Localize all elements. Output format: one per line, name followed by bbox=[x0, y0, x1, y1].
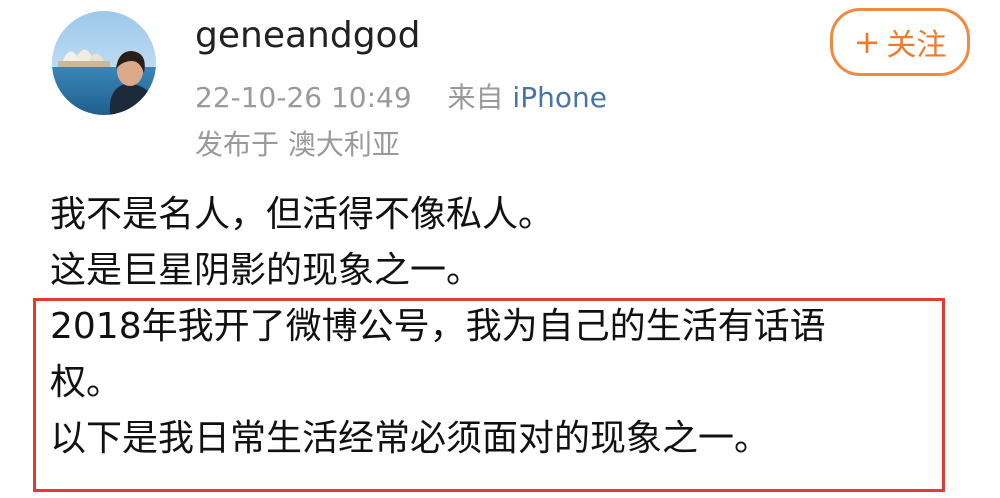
follow-button[interactable]: + 关注 bbox=[830, 8, 970, 76]
source-prefix: 来自 bbox=[447, 81, 504, 114]
avatar-photo bbox=[52, 11, 156, 115]
post-text-line: 我不是名人，但活得不像私人。 bbox=[50, 194, 555, 235]
timestamp: 22-10-26 10:49 bbox=[195, 81, 412, 114]
username[interactable]: geneandgod bbox=[195, 14, 420, 58]
post-text-line: 权。 bbox=[50, 362, 123, 403]
post-text-line: 以下是我日常生活经常必须面对的现象之一。 bbox=[50, 418, 771, 459]
location: 发布于 澳大利亚 bbox=[195, 128, 400, 161]
plus-icon: + bbox=[853, 23, 881, 61]
post-text-line: 这是巨星阴影的现象之一。 bbox=[50, 250, 483, 291]
follow-label: 关注 bbox=[886, 28, 947, 63]
post-meta: 22-10-26 10:49 来自 iPhone bbox=[195, 79, 607, 117]
source-device-link[interactable]: iPhone bbox=[512, 81, 607, 114]
post-text-line: 2018年我开了微博公号，我为自己的生活有话语 bbox=[50, 306, 826, 347]
avatar[interactable] bbox=[52, 11, 156, 115]
